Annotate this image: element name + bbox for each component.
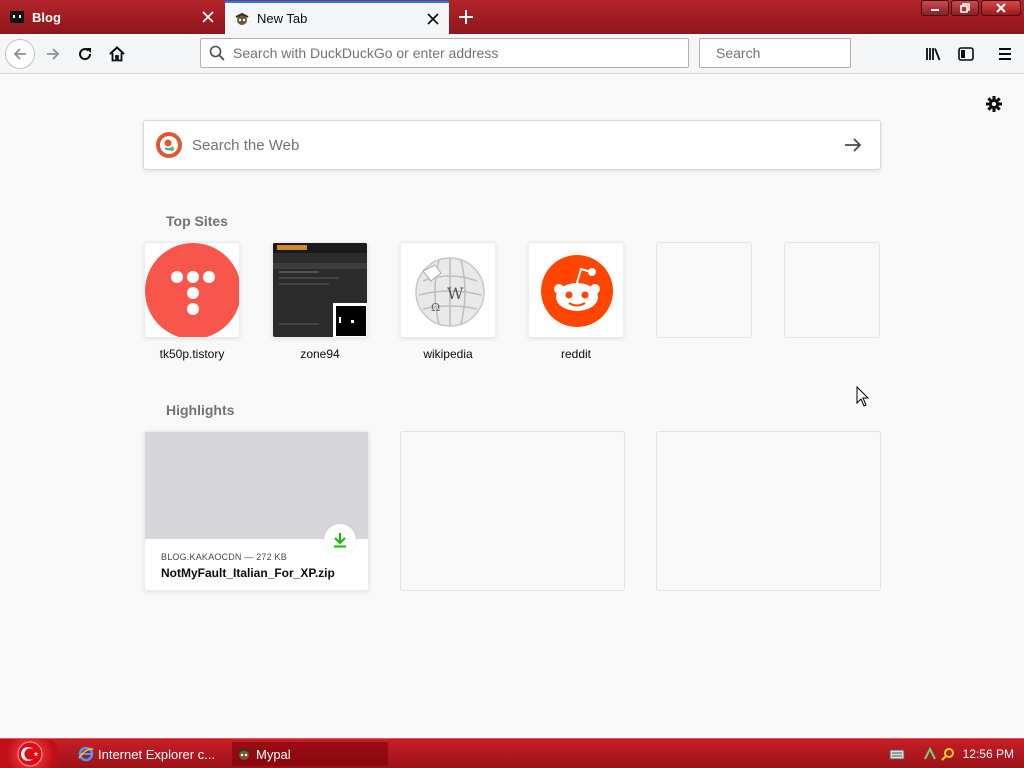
top-site-zone94[interactable] <box>272 242 368 338</box>
reload-button[interactable] <box>71 40 99 68</box>
tab-blog[interactable]: Blog <box>0 0 224 34</box>
ie-icon <box>78 746 94 762</box>
web-search-box[interactable] <box>143 120 881 170</box>
wikipedia-icon: W Ω <box>401 243 495 337</box>
mypal-favicon <box>237 747 251 760</box>
start-icon <box>17 741 43 767</box>
close-icon[interactable] <box>423 9 443 29</box>
top-site-tistory[interactable] <box>144 242 240 338</box>
search-submit-button[interactable] <box>838 130 868 160</box>
tab-title: New Tab <box>257 11 308 26</box>
taskbar-item-label: Internet Explorer c... <box>98 746 216 762</box>
system-tray: 12:56 PM <box>884 739 1024 768</box>
url-bar[interactable] <box>200 38 689 68</box>
taskbar-item-ie[interactable]: Internet Explorer c... <box>74 742 224 766</box>
network-icon[interactable] <box>923 747 937 761</box>
search-icon[interactable] <box>940 747 955 761</box>
taskbar-item-label: Mypal <box>256 746 291 762</box>
zone94-thumbnail <box>273 243 367 337</box>
reload-icon <box>79 48 92 61</box>
highlight-preview <box>145 432 368 539</box>
minimize-button[interactable] <box>921 0 949 16</box>
duckduckgo-icon <box>156 132 182 158</box>
restore-button[interactable] <box>951 0 979 16</box>
taskbar-item-mypal[interactable]: Mypal <box>232 742 388 766</box>
svg-text:W: W <box>447 284 464 303</box>
arrow-right-icon <box>845 138 862 152</box>
top-site-reddit[interactable] <box>528 242 624 338</box>
forward-button[interactable] <box>39 40 67 68</box>
forward-icon <box>47 48 60 60</box>
library-icon <box>926 48 941 61</box>
blog-favicon <box>9 9 25 25</box>
tab-strip: Blog New Tab <box>0 0 1024 34</box>
highlight-card[interactable]: BLOG.KAKAOCDN — 272 KB NotMyFault_Italia… <box>144 431 369 591</box>
top-site-label: reddit <box>560 347 592 361</box>
menu-button[interactable] <box>991 40 1019 68</box>
gear-icon[interactable] <box>984 94 1004 114</box>
highlight-empty <box>400 431 625 591</box>
menu-icon <box>999 48 1011 60</box>
search-bar[interactable] <box>699 38 897 68</box>
window-controls <box>921 0 1021 16</box>
url-input[interactable] <box>233 45 688 61</box>
highlight-title: NotMyFault_Italian_For_XP.zip <box>161 566 335 580</box>
top-site-label: zone94 <box>300 347 340 361</box>
back-button[interactable] <box>4 38 36 70</box>
start-button[interactable] <box>0 739 60 768</box>
highlight-meta: BLOG.KAKAOCDN — 272 KB <box>161 552 287 562</box>
sidebar-icon <box>958 47 974 61</box>
top-site-empty <box>784 242 880 338</box>
home-icon <box>109 46 125 62</box>
clock: 12:56 PM <box>962 747 1014 761</box>
back-icon <box>5 39 35 69</box>
top-site-empty <box>656 242 752 338</box>
top-site-wikipedia[interactable]: W Ω <box>400 242 496 338</box>
tistory-icon <box>145 243 239 337</box>
window-close-button[interactable] <box>981 0 1021 16</box>
highlight-empty <box>656 431 881 591</box>
top-site-label: tk50p.tistory <box>159 347 225 361</box>
nav-toolbar <box>0 34 1024 74</box>
tab-new-tab[interactable]: New Tab <box>225 1 449 34</box>
reddit-icon <box>529 243 623 337</box>
download-icon <box>324 524 356 556</box>
mypal-favicon <box>234 11 250 27</box>
home-button[interactable] <box>103 40 131 68</box>
mouse-cursor <box>856 386 870 407</box>
svg-text:Ω: Ω <box>431 301 440 314</box>
top-sites-heading: Top Sites <box>166 213 228 229</box>
search-icon <box>209 45 225 61</box>
close-icon[interactable] <box>198 7 218 27</box>
keyboard-icon[interactable] <box>889 748 905 760</box>
search-input[interactable] <box>716 45 897 61</box>
web-search-input[interactable] <box>192 136 838 154</box>
taskbar: Internet Explorer c... Mypal 12:56 PM <box>0 738 1024 768</box>
plus-icon[interactable] <box>452 4 480 30</box>
library-button[interactable] <box>920 40 948 68</box>
top-site-label: wikipedia <box>423 347 473 361</box>
highlights-heading: Highlights <box>166 402 235 418</box>
sidebar-button[interactable] <box>952 40 980 68</box>
tab-title: Blog <box>32 9 61 25</box>
